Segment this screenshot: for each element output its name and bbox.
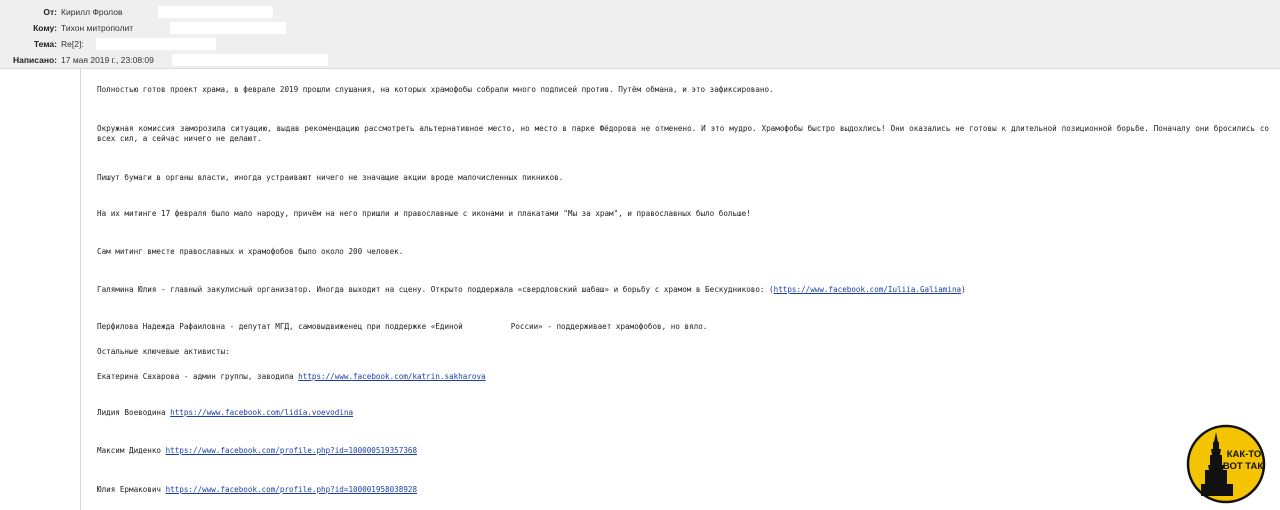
- paragraph: Перфилова Надежда Рафаиловна - депутат М…: [97, 322, 1269, 332]
- logo-text-line2: ВОТ ТАК: [1223, 461, 1264, 472]
- date-row: Написано: 17 мая 2019 г., 23:08:09: [0, 52, 154, 68]
- paragraph-text: России» - поддерживает храмофобов, но вя…: [510, 322, 708, 331]
- redaction-box: [158, 6, 273, 18]
- logo-text-line1: КАК-ТО: [1227, 449, 1262, 460]
- activist-name: Юлия Ермакович: [97, 485, 166, 494]
- facebook-link[interactable]: https://www.facebook.com/profile.php?id=…: [166, 446, 417, 455]
- paragraph: Пишут бумаги в органы власти, иногда уст…: [97, 173, 564, 182]
- from-value[interactable]: Кирилл Фролов: [61, 7, 122, 17]
- message-header: От: Кирилл Фролов Кому: Тихон митрополит…: [0, 0, 1280, 69]
- to-label: Кому:: [33, 23, 57, 33]
- date-label: Написано:: [13, 55, 57, 65]
- paragraph: Сам митинг вместе православных и храмофо…: [97, 247, 404, 256]
- from-row: От: Кирилл Фролов: [0, 4, 122, 20]
- activist-name: Лидия Воеводина: [97, 408, 171, 417]
- list-item: Максим Диденко https://www.facebook.com/…: [97, 446, 1269, 456]
- facebook-link[interactable]: https://www.facebook.com/profile.php?id=…: [166, 485, 417, 494]
- redaction-box: [96, 38, 216, 50]
- facebook-link[interactable]: https://www.facebook.com/katrin.sakharov…: [298, 372, 485, 381]
- from-label: От:: [43, 7, 57, 17]
- to-row: Кому: Тихон митрополит: [0, 20, 133, 36]
- list-item: Екатерина Сахарова - админ группы, завод…: [97, 372, 1269, 382]
- facebook-link[interactable]: https://www.facebook.com/Iuliia.Galiamin…: [774, 285, 961, 294]
- paragraph-text: Галямина Юлия - главный закулисный орган…: [97, 285, 774, 294]
- facebook-link[interactable]: https://www.facebook.com/lidia.voevodina: [170, 408, 353, 417]
- subject-label: Тема:: [33, 39, 57, 49]
- paragraph: Галямина Юлия - главный закулисный орган…: [97, 285, 1269, 295]
- date-value: 17 мая 2019 г., 23:08:09: [61, 55, 154, 65]
- paragraph: На их митинге 17 февраля было мало народ…: [97, 209, 751, 218]
- paragraph: Окружная комиссия заморозила ситуацию, в…: [97, 124, 1269, 143]
- to-value[interactable]: Тихон митрополит: [61, 23, 133, 33]
- redaction-box: [172, 54, 328, 66]
- subject-row: Тема: Re[2]:: [0, 36, 84, 52]
- paragraph-text: ): [961, 285, 966, 294]
- list-item: Лидия Воеводина https://www.facebook.com…: [97, 408, 1269, 418]
- subject-value: Re[2]:: [61, 39, 84, 49]
- paragraph: Остальные ключевые активисты:: [97, 347, 230, 356]
- activist-name: Максим Диденко: [97, 446, 166, 455]
- paragraph-text: Перфилова Надежда Рафаиловна - депутат М…: [97, 322, 463, 331]
- redaction-box: [170, 22, 286, 34]
- list-item: Юлия Ермакович https://www.facebook.com/…: [97, 485, 1269, 495]
- message-body: Полностью готов проект храма, в феврале …: [80, 69, 1277, 510]
- paragraph: Полностью готов проект храма, в феврале …: [97, 85, 774, 94]
- activist-name: Екатерина Сахарова - админ группы, завод…: [97, 372, 299, 381]
- kak-to-vot-tak-logo: КАК-ТО ВОТ ТАК: [1186, 424, 1266, 504]
